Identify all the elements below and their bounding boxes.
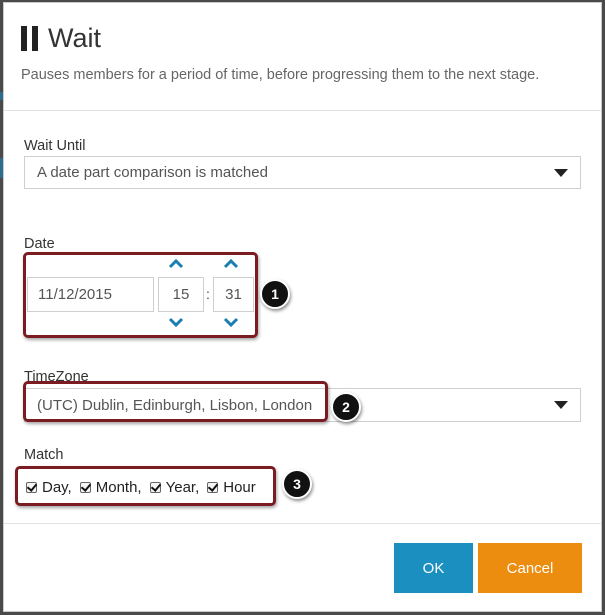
callout-badge-3: 3: [282, 469, 312, 499]
dialog-description: Pauses members for a period of time, bef…: [21, 67, 540, 83]
caret-down-icon: [554, 169, 568, 177]
date-label: Date: [24, 236, 55, 252]
wait-until-select[interactable]: A date part comparison is matched: [24, 156, 581, 189]
match-label: Match: [24, 447, 64, 463]
dialog-title: Wait: [48, 23, 101, 53]
callout-box-2: [23, 381, 328, 422]
callout-badge-2: 2: [331, 392, 361, 422]
title-row: Wait: [21, 23, 101, 54]
ok-button[interactable]: OK: [394, 543, 473, 593]
dialog-header: Wait Pauses members for a period of time…: [4, 3, 601, 111]
cancel-button[interactable]: Cancel: [478, 543, 582, 593]
pause-icon: [21, 26, 38, 51]
callout-box-3: [15, 466, 276, 506]
callout-box-1: [23, 252, 258, 338]
caret-down-icon: [554, 401, 568, 409]
wait-until-label: Wait Until: [24, 138, 86, 154]
wait-until-value: A date part comparison is matched: [37, 164, 268, 181]
footer-divider: [4, 523, 601, 524]
wait-dialog: Wait Pauses members for a period of time…: [3, 2, 602, 612]
callout-badge-1: 1: [260, 279, 290, 309]
